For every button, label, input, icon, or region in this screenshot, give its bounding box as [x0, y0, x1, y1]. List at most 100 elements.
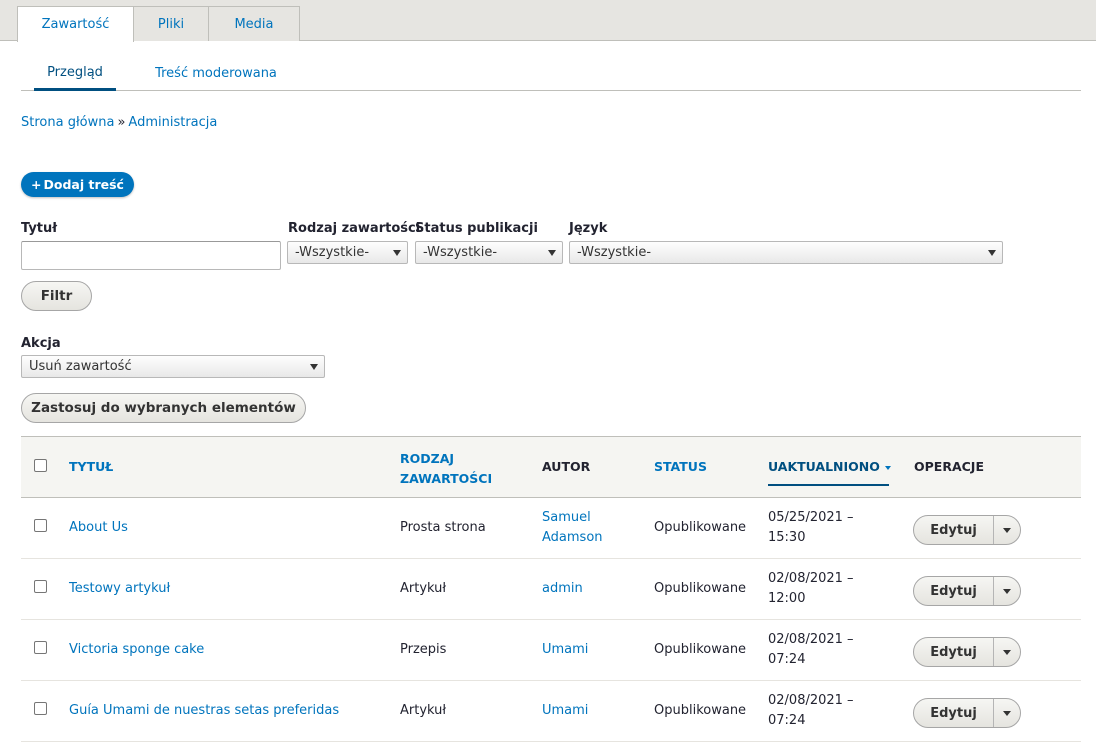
- tab-pliki[interactable]: Pliki: [133, 6, 209, 41]
- breadcrumb-admin-link[interactable]: Administracja: [128, 115, 217, 130]
- operations-toggle-button[interactable]: [994, 699, 1020, 727]
- row-checkbox[interactable]: [34, 580, 47, 593]
- chevron-down-icon: [1003, 528, 1011, 533]
- type-filter-label: Rodzaj zawartości: [288, 221, 421, 236]
- row-operations-dropbutton: Edytuj: [913, 637, 1021, 667]
- table-row: Testowy artykuł Artykuł admin Opublikowa…: [21, 559, 1081, 620]
- row-updated: 02/08/2021 – 07:24: [768, 630, 854, 670]
- filter-button[interactable]: Filtr: [21, 281, 92, 311]
- type-filter-select[interactable]: -Wszystkie-: [287, 241, 408, 264]
- language-filter-select[interactable]: -Wszystkie-: [569, 241, 1003, 264]
- table-row: About Us Prosta strona Samuel Adamson Op…: [21, 498, 1081, 559]
- tab-przeglad[interactable]: Przegląd: [34, 56, 116, 91]
- action-select[interactable]: Usuń zawartość: [21, 355, 325, 378]
- table-row: Guía Umami de nuestras setas preferidas …: [21, 681, 1081, 742]
- edit-button[interactable]: Edytuj: [914, 516, 994, 544]
- row-author-link[interactable]: Samuel Adamson: [542, 508, 603, 548]
- status-filter-value: -Wszystkie-: [423, 245, 498, 260]
- chevron-down-icon: [310, 364, 318, 370]
- edit-button[interactable]: Edytuj: [914, 699, 994, 727]
- column-title-header[interactable]: TYTUŁ: [69, 459, 113, 474]
- language-filter-label: Język: [569, 221, 608, 236]
- row-type: Artykuł: [400, 581, 447, 596]
- tab-zawartosc[interactable]: Zawartość: [17, 6, 134, 42]
- type-filter-value: -Wszystkie-: [295, 245, 370, 260]
- operations-toggle-button[interactable]: [994, 577, 1020, 605]
- row-type: Przepis: [400, 642, 447, 657]
- column-type-header-line1: RODZAJ: [400, 451, 455, 466]
- row-status: Opublikowane: [654, 581, 747, 596]
- row-status: Opublikowane: [654, 642, 747, 657]
- row-title-link[interactable]: About Us: [69, 518, 128, 538]
- chevron-down-icon: [393, 250, 401, 256]
- column-operations-header: OPERACJE: [914, 459, 984, 474]
- row-author-link[interactable]: admin: [542, 579, 583, 599]
- action-select-value: Usuń zawartość: [29, 359, 132, 374]
- operations-toggle-button[interactable]: [994, 638, 1020, 666]
- primary-tabs: Zawartość Pliki Media: [0, 0, 1096, 42]
- row-title-link[interactable]: Guía Umami de nuestras setas preferidas: [69, 701, 339, 721]
- chevron-down-icon: [1003, 711, 1011, 716]
- add-content-label: Dodaj treść: [43, 177, 124, 192]
- action-label: Akcja: [21, 336, 61, 351]
- column-type-header-line2: ZAWARTOŚCI: [400, 471, 493, 486]
- row-operations-dropbutton: Edytuj: [913, 515, 1021, 545]
- add-content-button[interactable]: + Dodaj treść: [21, 172, 134, 197]
- row-operations-dropbutton: Edytuj: [913, 576, 1021, 606]
- breadcrumb-separator: »: [117, 115, 126, 130]
- row-updated: 02/08/2021 – 07:24: [768, 691, 854, 731]
- row-updated: 05/25/2021 – 15:30: [768, 508, 854, 548]
- column-updated-header[interactable]: UAKTUALNIONO: [768, 459, 891, 474]
- chevron-down-icon: [548, 250, 556, 256]
- column-author-header: AUTOR: [542, 459, 591, 474]
- chevron-down-icon: [988, 250, 996, 256]
- row-updated-time: 07:24: [768, 713, 806, 728]
- plus-icon: +: [31, 177, 42, 192]
- row-author-line1: Samuel: [542, 510, 591, 525]
- row-updated-date: 05/25/2021 –: [768, 510, 854, 525]
- secondary-tabs: Przegląd Treść moderowana: [21, 56, 1081, 91]
- row-title-link[interactable]: Victoria sponge cake: [69, 640, 204, 660]
- row-status: Opublikowane: [654, 520, 747, 535]
- column-type-header[interactable]: RODZAJ ZAWARTOŚCI: [400, 449, 492, 489]
- apply-action-button[interactable]: Zastosuj do wybranych elementów: [21, 393, 306, 423]
- column-status-header[interactable]: STATUS: [654, 459, 707, 474]
- row-author-link[interactable]: Umami: [542, 701, 588, 721]
- tab-media[interactable]: Media: [208, 6, 300, 41]
- breadcrumb-home-link[interactable]: Strona główna: [21, 115, 114, 130]
- chevron-down-icon: [1003, 650, 1011, 655]
- row-status: Opublikowane: [654, 703, 747, 718]
- operations-toggle-button[interactable]: [994, 516, 1020, 544]
- row-updated-date: 02/08/2021 –: [768, 632, 854, 647]
- row-title-link[interactable]: Testowy artykuł: [69, 579, 170, 599]
- table-row: Victoria sponge cake Przepis Umami Opubl…: [21, 620, 1081, 681]
- row-updated-time: 15:30: [768, 530, 806, 545]
- row-checkbox[interactable]: [34, 641, 47, 654]
- row-updated-date: 02/08/2021 –: [768, 693, 854, 708]
- title-filter-label: Tytuł: [21, 221, 58, 236]
- row-author-link[interactable]: Umami: [542, 640, 588, 660]
- row-author-line2: Adamson: [542, 530, 603, 545]
- sorted-column-underline: [768, 484, 889, 486]
- status-filter-label: Status publikacji: [415, 221, 538, 236]
- edit-button[interactable]: Edytuj: [914, 638, 994, 666]
- row-updated: 02/08/2021 – 12:00: [768, 569, 854, 609]
- title-filter-input[interactable]: [21, 241, 281, 270]
- status-filter-select[interactable]: -Wszystkie-: [415, 241, 563, 264]
- chevron-down-icon: [1003, 589, 1011, 594]
- row-updated-time: 07:24: [768, 652, 806, 667]
- column-updated-label: UAKTUALNIONO: [768, 459, 880, 474]
- select-all-checkbox[interactable]: [34, 459, 47, 472]
- edit-button[interactable]: Edytuj: [914, 577, 994, 605]
- language-filter-value: -Wszystkie-: [577, 245, 652, 260]
- sort-desc-icon: [884, 465, 891, 470]
- row-checkbox[interactable]: [34, 519, 47, 532]
- row-checkbox[interactable]: [34, 702, 47, 715]
- row-type: Prosta strona: [400, 520, 486, 535]
- row-type: Artykuł: [400, 703, 447, 718]
- row-updated-date: 02/08/2021 –: [768, 571, 854, 586]
- row-updated-time: 12:00: [768, 591, 806, 606]
- breadcrumb: Strona główna» Administracja: [21, 115, 217, 130]
- tab-tresc-moderowana[interactable]: Treść moderowana: [146, 56, 286, 90]
- table-header: TYTUŁ RODZAJ ZAWARTOŚCI AUTOR STATUS UAK…: [21, 436, 1081, 498]
